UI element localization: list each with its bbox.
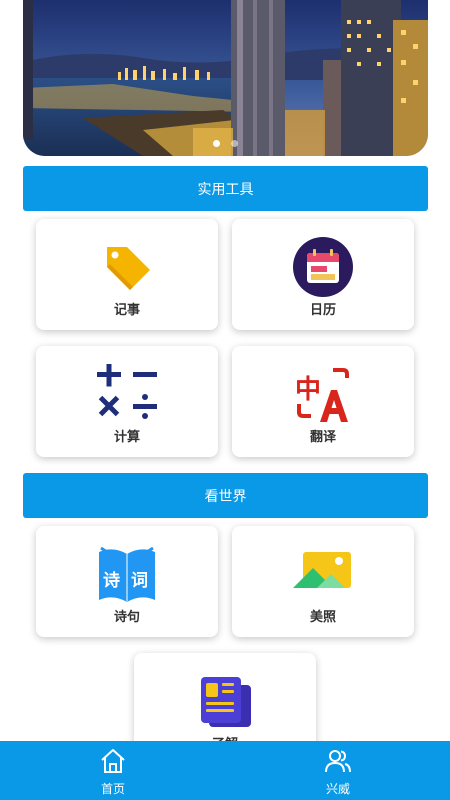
photo-icon bbox=[293, 552, 351, 588]
tool-label: 翻译 bbox=[309, 430, 336, 445]
section-title: 看世界 bbox=[204, 488, 247, 505]
poetry-book-icon: 诗 词 bbox=[99, 546, 155, 602]
tool-label: 日历 bbox=[309, 303, 336, 318]
svg-text:词: 词 bbox=[131, 571, 148, 591]
banner-carousel[interactable] bbox=[23, 0, 428, 156]
tool-card-calculator[interactable]: 计算 bbox=[36, 346, 218, 457]
tab-label: 兴威 bbox=[325, 782, 350, 796]
tool-label: 诗句 bbox=[113, 610, 140, 625]
tag-icon bbox=[107, 247, 150, 290]
tab-label: 首页 bbox=[100, 782, 125, 796]
carousel-dot[interactable] bbox=[231, 140, 239, 147]
tool-label: 记事 bbox=[113, 303, 140, 318]
svg-text:诗: 诗 bbox=[103, 571, 120, 591]
tool-card-calendar[interactable]: 日历 bbox=[232, 219, 414, 330]
calculator-icon bbox=[97, 364, 157, 419]
users-icon bbox=[325, 750, 351, 773]
world-card-photos[interactable]: 美照 bbox=[232, 526, 414, 637]
translate-icon: 中 bbox=[295, 368, 349, 422]
section-title: 实用工具 bbox=[197, 181, 254, 198]
svg-text:中: 中 bbox=[295, 375, 321, 405]
calendar-icon bbox=[293, 237, 353, 297]
home-icon bbox=[101, 749, 125, 773]
section-header-world: 看世界 bbox=[23, 473, 428, 518]
tab-xingwei[interactable]: 兴威 bbox=[278, 741, 398, 800]
bottom-tab-bar: 首页 兴威 bbox=[0, 741, 450, 800]
tool-label: 美照 bbox=[309, 610, 336, 625]
news-icon bbox=[201, 677, 251, 727]
tool-card-translate[interactable]: 中 翻译 bbox=[232, 346, 414, 457]
tool-label: 计算 bbox=[113, 430, 140, 445]
carousel-dot[interactable] bbox=[212, 140, 220, 147]
tool-card-notes[interactable]: 记事 bbox=[36, 219, 218, 330]
tab-home[interactable]: 首页 bbox=[53, 741, 173, 800]
world-card-poetry[interactable]: 诗 词 诗句 bbox=[36, 526, 218, 637]
carousel-indicator bbox=[23, 132, 428, 147]
section-header-tools: 实用工具 bbox=[23, 166, 428, 211]
